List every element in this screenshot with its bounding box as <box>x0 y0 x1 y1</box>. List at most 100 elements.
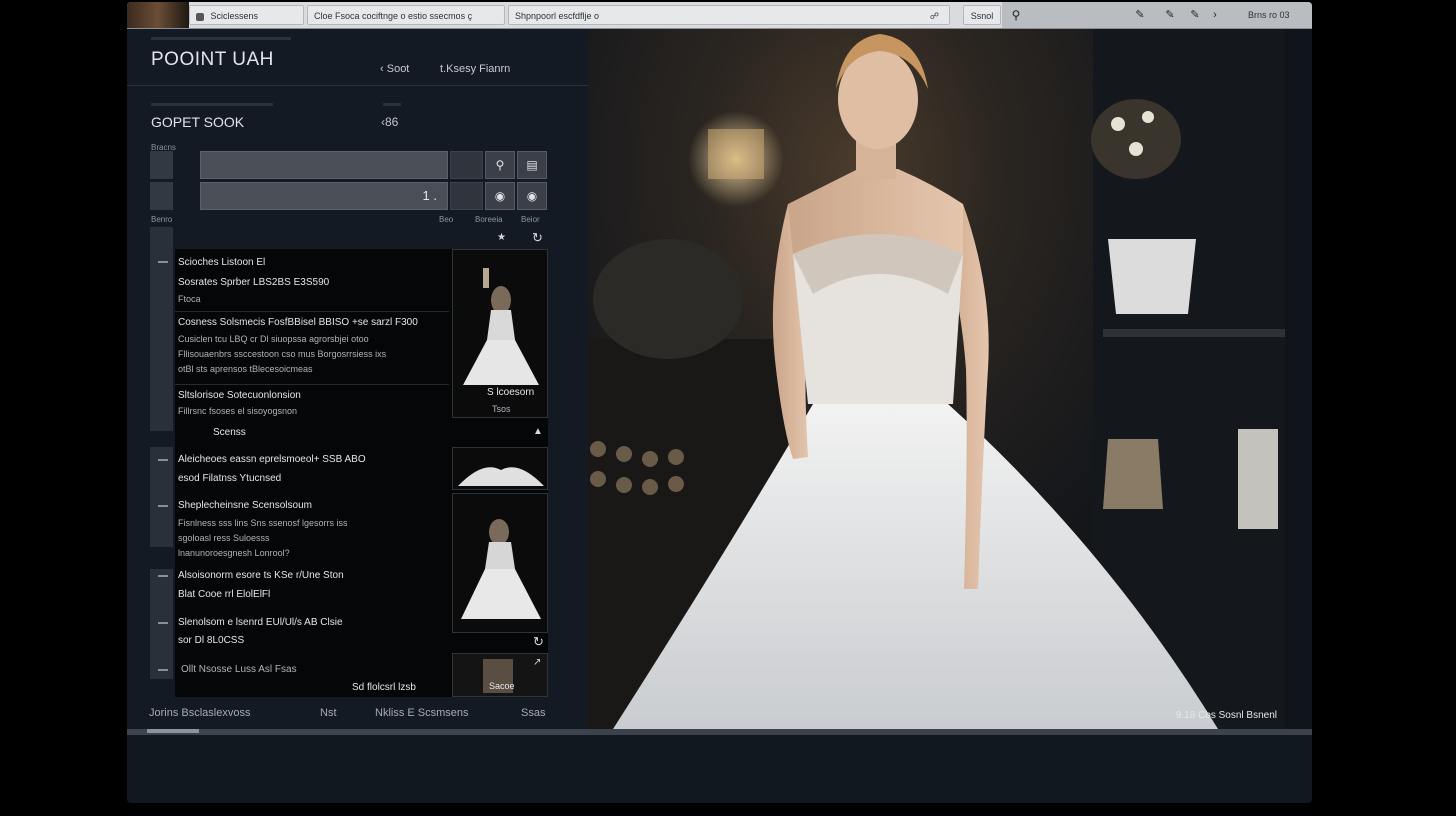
status-area <box>127 735 1312 803</box>
list-bullet-icon <box>158 261 168 263</box>
quantity-field[interactable]: 1 . <box>200 182 448 210</box>
search-icon[interactable]: ⚲ <box>1008 7 1024 23</box>
expand-icon[interactable]: ↗ <box>533 657 541 668</box>
list-bullet-icon <box>158 622 168 624</box>
photo-caption: 9.18 Cbs Sosnl Bsnenl <box>1175 710 1277 721</box>
thumbnail-caption: Sacoe <box>489 681 515 691</box>
preview-button[interactable]: ◉ <box>517 182 547 210</box>
side-rail <box>150 569 173 679</box>
list-item-text: sgoloasl ress Suloesss <box>178 533 270 543</box>
side-tab-1[interactable] <box>150 151 173 179</box>
refresh-icon[interactable]: ↻ <box>532 230 543 246</box>
list-bullet-icon <box>158 459 168 461</box>
list-item-text: Ftoca <box>178 294 201 304</box>
list-item-title[interactable]: Sltslorisoe Sotecuonlonsion <box>178 390 301 401</box>
side-rail <box>150 227 173 431</box>
app-window: Sciclessens Cloe Fsoca cociftnge o estio… <box>127 2 1312 803</box>
toolbar-tab-icon <box>196 12 204 21</box>
column-label: Boreeia <box>475 215 503 224</box>
list-item-text: Blat Cooe rrl ElolElFl <box>178 589 271 600</box>
scrollbar-thumb[interactable] <box>147 729 199 733</box>
tab-item-2[interactable]: Cloe Fsoca cociftnge o estio ssecmos ç <box>307 5 505 25</box>
field-spacer <box>450 151 483 179</box>
filter-button[interactable]: ▤ <box>517 151 547 179</box>
faint-label <box>383 103 401 106</box>
field-spacer <box>450 182 483 210</box>
chevron-right-icon[interactable]: › <box>1207 7 1223 23</box>
panel-header-decoration <box>151 37 291 40</box>
divider <box>175 384 449 385</box>
lock-icon[interactable]: ▲ <box>533 426 543 437</box>
address-field[interactable]: Shpnpoorl escfdflje o ☍ <box>508 5 950 25</box>
list-item-text: Fllisouaenbrs ssccestoon cso mus Borgosr… <box>178 349 387 359</box>
list-item-title[interactable]: Sheplecheinsne Scensolsoum <box>178 500 312 511</box>
eye-icon: ◉ <box>526 189 538 203</box>
footer-link[interactable]: Ssas <box>521 707 545 719</box>
column-label: Beo <box>439 215 454 224</box>
footer-link[interactable]: Jorins Bsclaslexvoss <box>149 707 250 719</box>
thumbnail-caption: Tsos <box>492 404 511 414</box>
list-item-text: Fisnlness sss lins Sns ssenosf lgesorrs … <box>178 518 348 528</box>
toolbar-thumbnail[interactable] <box>127 2 189 28</box>
pen-icon[interactable]: ✎ <box>1187 7 1203 23</box>
list-item-title[interactable]: Slenolsom e lsenrd EUl/Ul/s AB Clsie <box>178 617 343 628</box>
footer-link[interactable]: Nkliss E Scsmsens <box>375 707 469 719</box>
product-thumbnail[interactable] <box>452 447 548 490</box>
list-item-title[interactable]: Aleicheoes eassn eprelsmoeol+ SSB ABO <box>178 454 366 465</box>
filter-link[interactable]: t.Ksesy Fianrn <box>440 63 510 75</box>
address-field-text: Shpnpoorl escfdflje o <box>515 11 600 21</box>
column-label: Benro <box>151 215 173 224</box>
list-item-text: lnanunoroesgnesh Lonrool? <box>178 548 290 558</box>
list-bullet-icon <box>158 669 168 671</box>
refresh-icon[interactable]: ↻ <box>533 634 544 650</box>
list-item-title[interactable]: Alsoisonorm esore ts KSe r/Une Ston <box>178 570 344 581</box>
search-icon: ⚲ <box>495 158 505 172</box>
right-edge-panel <box>1285 29 1312 729</box>
footer-link[interactable]: Nst <box>320 707 337 719</box>
list-item-text: Sosrates Sprber LBS2BS E3S590 <box>178 277 330 288</box>
sidebar-panel: POOINT UAH ‹ Soot t.Ksesy Fianrn GOPET S… <box>127 29 588 729</box>
thumbnail-caption: S lcoesorn <box>487 387 535 398</box>
pencil-icon[interactable]: ✎ <box>1132 7 1148 23</box>
tab-item-1[interactable]: Sciclessens <box>189 5 304 25</box>
bride-photo-image <box>588 29 1285 729</box>
view-button[interactable]: ◉ <box>485 182 515 210</box>
secondary-button[interactable]: Ssnol <box>963 5 1001 25</box>
edit-icon[interactable]: ✎ <box>1162 7 1178 23</box>
toolbar-right-label: Brns ro 03 <box>1248 10 1290 20</box>
eye-icon: ◉ <box>494 189 506 203</box>
toggle-icon[interactable]: ★ <box>497 232 506 243</box>
product-thumbnail[interactable] <box>452 493 548 633</box>
side-tab-2[interactable] <box>150 182 173 210</box>
list-item-text: sor Dl 8L0CSS <box>178 635 245 646</box>
main-photo[interactable]: 9.18 Cbs Sosnl Bsnenl <box>588 29 1285 729</box>
divider <box>127 85 588 86</box>
sort-link-label: Soot <box>386 63 410 75</box>
column-label: Beior <box>521 215 540 224</box>
dress-thumbnail-image <box>453 494 547 632</box>
list-item-title[interactable]: Cosness Solsmecis FosfBBisel BBISO +se s… <box>178 317 418 328</box>
divider <box>175 311 449 312</box>
list-item-text: Fillrsnc fsoses el sisoyogsnon <box>178 406 298 416</box>
top-toolbar: Sciclessens Cloe Fsoca cociftnge o estio… <box>127 2 1312 29</box>
list-item-text: esod Filatnss Ytucnsed <box>178 473 282 484</box>
list-item-title[interactable]: Scioches Listoon El <box>178 257 265 268</box>
section-count: ‹86 <box>381 115 399 129</box>
tab-item-1-label: Sciclessens <box>210 11 259 21</box>
toolbar-right-group: ⚲ ✎ ✎ ✎ › Brns ro 03 <box>1002 2 1312 28</box>
list-bullet-icon <box>158 505 168 507</box>
sort-link[interactable]: ‹ Soot <box>380 63 409 75</box>
list-item-text: Cusiclen tcu LBQ cr Dl siuopssa agrorsbj… <box>178 334 369 344</box>
faint-label <box>151 103 273 106</box>
list-bullet-icon <box>158 575 168 577</box>
link-icon: ☍ <box>929 11 939 21</box>
secondary-button-label: Ssnol <box>970 11 994 21</box>
section-label: Scenss <box>213 427 246 438</box>
tab-item-2-label: Cloe Fsoca cociftnge o estio ssecmos ç <box>314 11 473 21</box>
search-button[interactable]: ⚲ <box>485 151 515 179</box>
side-rail <box>150 447 173 547</box>
search-input[interactable] <box>200 151 448 179</box>
list-item-title[interactable]: Ollt Nsosse Luss Asl Fsas <box>181 664 297 675</box>
app-title: POOINT UAH <box>151 49 274 70</box>
list-item-text: otBl sts aprensos tBlecesoicmeas <box>178 364 313 374</box>
